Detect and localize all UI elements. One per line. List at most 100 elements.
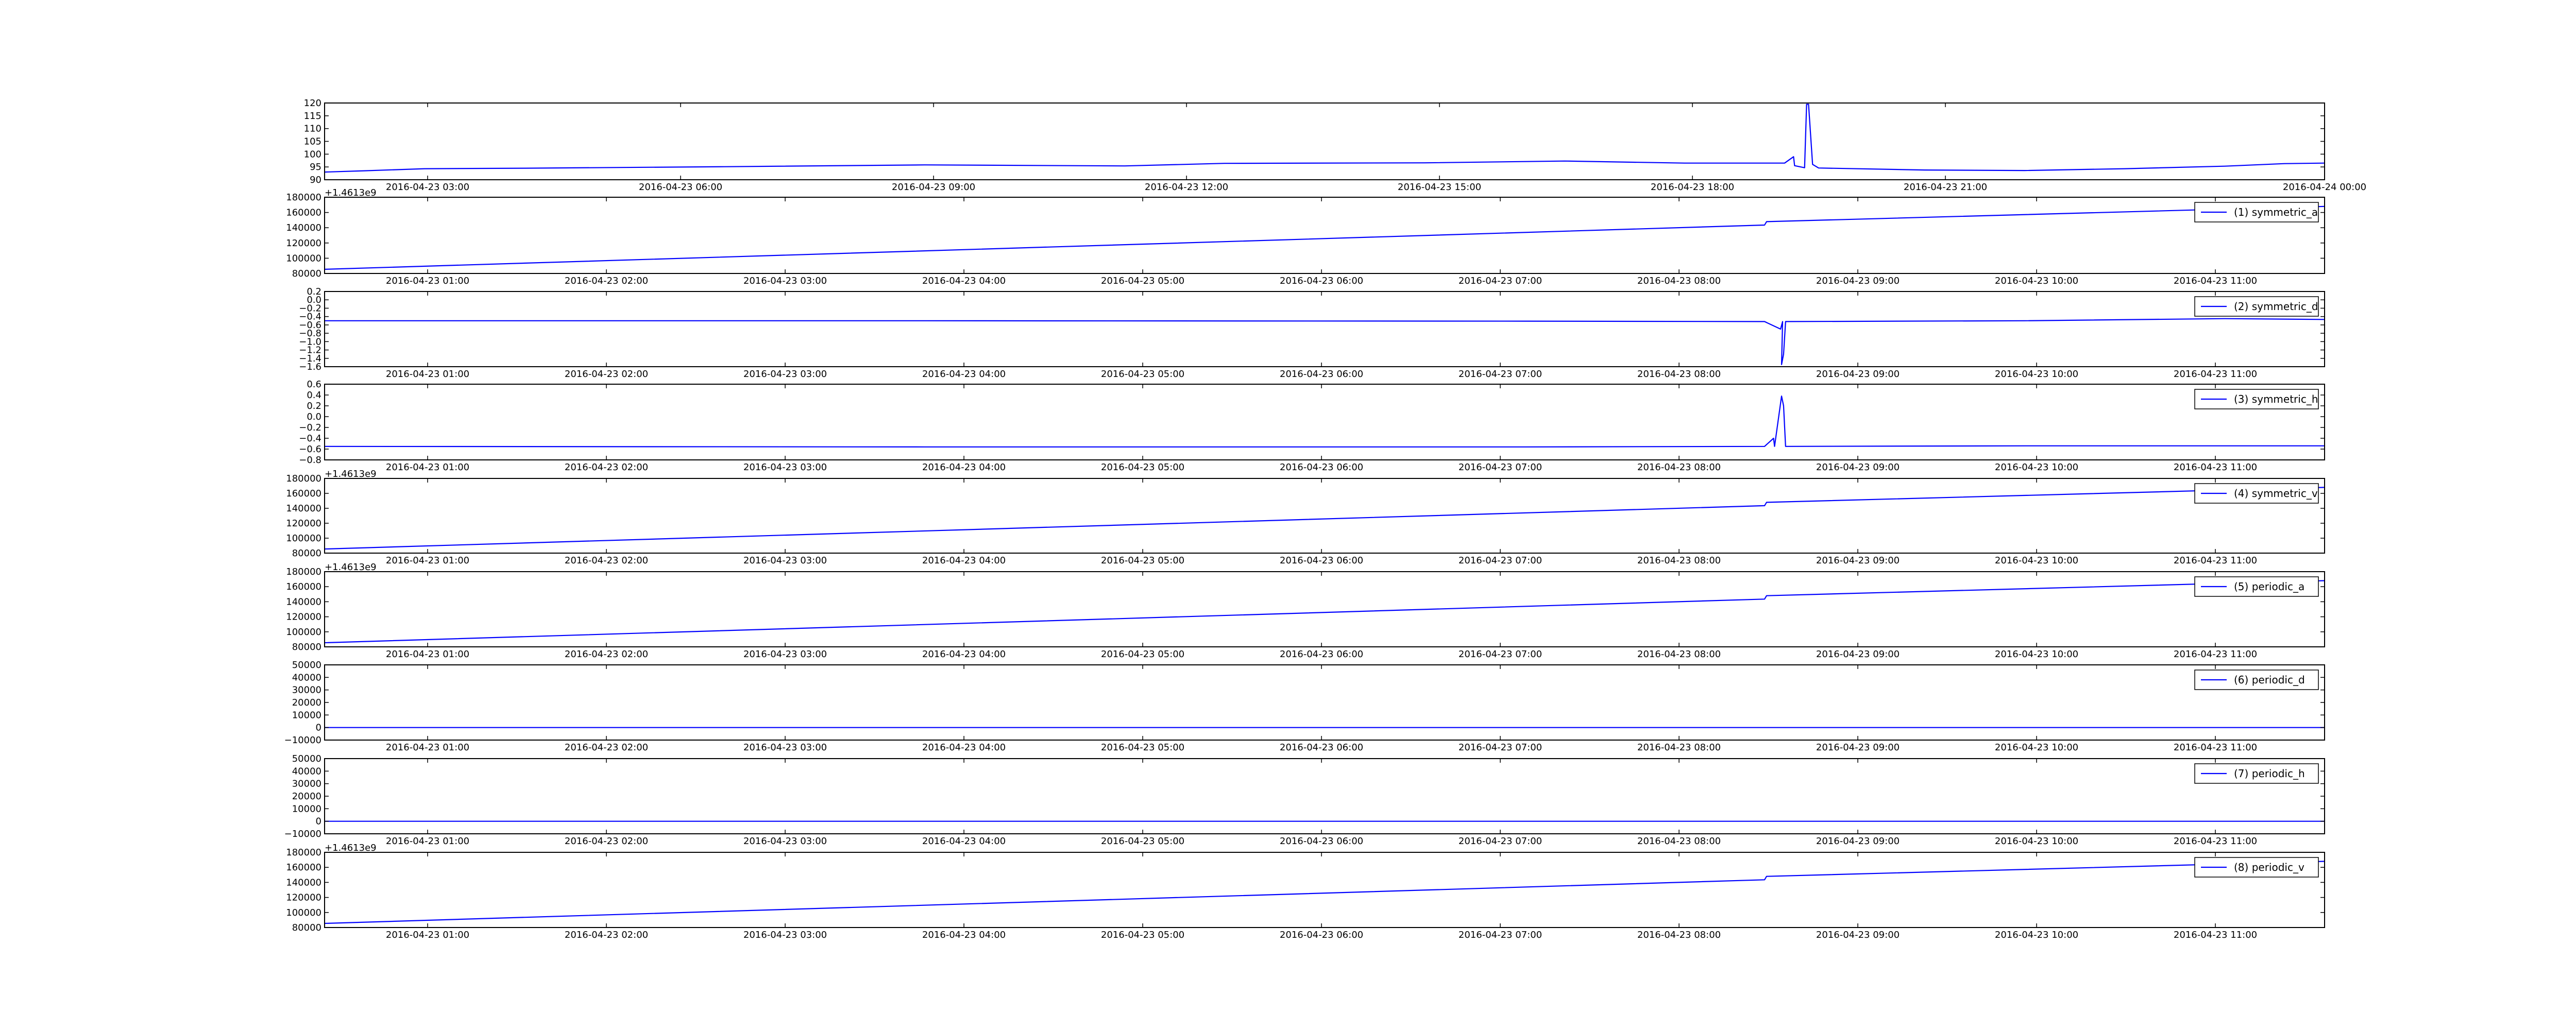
x-tick-label: 2016-04-23 07:00 <box>1459 276 1542 286</box>
y-tick-label: 180000 <box>286 473 321 484</box>
x-tick-label: 2016-04-23 03:00 <box>743 930 827 940</box>
legend-label: (7) periodic_h <box>2234 767 2305 780</box>
axes-frame <box>324 197 2325 274</box>
y-tick-label: 120000 <box>286 518 321 529</box>
legend-label: (4) symmetric_v <box>2234 487 2318 500</box>
x-tick-label: 2016-04-23 02:00 <box>565 649 648 660</box>
axes-frame <box>324 852 2325 928</box>
x-tick-label: 2016-04-23 04:00 <box>922 930 1006 940</box>
x-tick-label: 2016-04-23 03:00 <box>743 369 827 380</box>
axes-frame <box>324 384 2325 460</box>
x-tick-label: 2016-04-23 03:00 <box>743 836 827 847</box>
x-tick-label: 2016-04-23 08:00 <box>1637 930 1721 940</box>
x-tick-label: 2016-04-23 11:00 <box>2174 555 2257 566</box>
y-offset-text: +1.4613e9 <box>325 187 377 198</box>
x-tick-label: 2016-04-23 11:00 <box>2174 462 2257 473</box>
series-line <box>324 487 2325 550</box>
x-tick-label: 2016-04-23 08:00 <box>1637 649 1721 660</box>
y-tick-label: −0.6 <box>299 444 321 455</box>
y-tick-label: −10000 <box>284 735 321 746</box>
x-tick-label: 2016-04-23 03:00 <box>743 555 827 566</box>
x-tick-label: 2016-04-23 09:00 <box>1816 276 1900 286</box>
y-tick-label: 30000 <box>292 685 321 696</box>
legend-label: (6) periodic_d <box>2234 674 2305 686</box>
y-offset-text: +1.4613e9 <box>325 469 377 479</box>
y-tick-label: 50000 <box>292 660 321 671</box>
y-tick-label: 160000 <box>286 862 321 873</box>
y-tick-label: 95 <box>310 162 321 173</box>
y-tick-label: 110 <box>304 124 321 134</box>
y-tick-label: 80000 <box>292 548 321 559</box>
y-tick-label: −10000 <box>284 829 321 839</box>
x-tick-label: 2016-04-23 01:00 <box>386 742 469 753</box>
y-tick-label: 0.0 <box>307 411 321 422</box>
x-tick-label: 2016-04-23 07:00 <box>1459 930 1542 940</box>
legend-label: (3) symmetric_h <box>2234 393 2318 405</box>
y-tick-label: 10000 <box>292 803 321 814</box>
x-tick-label: 2016-04-23 01:00 <box>386 462 469 473</box>
y-tick-label: 90 <box>310 175 321 185</box>
y-tick-label: 180000 <box>286 192 321 203</box>
x-tick-label: 2016-04-23 09:00 <box>1816 462 1900 473</box>
panel-8: −10000 0 1000020000 30000 40000 50000 2016-04-… <box>284 753 2325 847</box>
x-tick-label: 2016-04-23 11:00 <box>2174 369 2257 380</box>
x-tick-label: 2016-04-23 10:00 <box>1995 555 2078 566</box>
y-tick-label: 100000 <box>286 627 321 638</box>
x-tick-label: 2016-04-23 05:00 <box>1101 930 1184 940</box>
x-tick-label: 2016-04-23 03:00 <box>743 276 827 286</box>
y-tick-label: 50000 <box>292 753 321 764</box>
x-tick-label: 2016-04-23 05:00 <box>1101 555 1184 566</box>
x-tick-label: 2016-04-23 05:00 <box>1101 276 1184 286</box>
series-line <box>324 395 2325 448</box>
x-tick-label: 2016-04-23 02:00 <box>565 836 648 847</box>
x-tick-label: 2016-04-23 07:00 <box>1459 836 1542 847</box>
x-tick-label: 2016-04-23 08:00 <box>1637 836 1721 847</box>
x-tick-label: 2016-04-23 10:00 <box>1995 836 2078 847</box>
y-tick-label: 140000 <box>286 596 321 607</box>
x-tick-label: 2016-04-23 21:00 <box>1904 182 1987 193</box>
y-tick-label: 20000 <box>292 791 321 802</box>
x-tick-label: 2016-04-23 04:00 <box>922 369 1006 380</box>
y-tick-label: −0.8 <box>299 455 321 466</box>
x-tick-label: 2016-04-23 02:00 <box>565 742 648 753</box>
y-tick-label: 40000 <box>292 766 321 777</box>
x-tick-label: 2016-04-23 01:00 <box>386 276 469 286</box>
y-tick-label: 115 <box>304 111 321 122</box>
y-tick-label: 100 <box>304 149 321 160</box>
y-tick-label: 0.4 <box>307 390 321 401</box>
x-tick-label: 2016-04-23 06:00 <box>1280 649 1363 660</box>
x-tick-label: 2016-04-23 15:00 <box>1398 182 1481 193</box>
y-tick-label: 160000 <box>286 208 321 218</box>
x-tick-label: 2016-04-23 03:00 <box>743 649 827 660</box>
x-tick-label: 2016-04-23 04:00 <box>922 276 1006 286</box>
series-line <box>325 318 2325 366</box>
axes-frame <box>324 664 2325 741</box>
axes-frame <box>324 571 2325 647</box>
y-tick-label: 140000 <box>286 503 321 514</box>
series-line <box>324 861 2325 924</box>
x-tick-label: 2016-04-23 08:00 <box>1637 742 1721 753</box>
panel-5: 80000 100000 120000 140000 160000 180000 2016-… <box>286 469 2325 566</box>
x-tick-label: 2016-04-23 02:00 <box>565 930 648 940</box>
axes-frame <box>324 291 2325 367</box>
series-line <box>324 580 2325 644</box>
y-tick-label: 100000 <box>286 907 321 918</box>
y-tick-label: 140000 <box>286 222 321 233</box>
y-tick-label: 0 <box>316 816 321 827</box>
x-tick-label: 2016-04-23 09:00 <box>892 182 975 193</box>
x-tick-label: 2016-04-23 07:00 <box>1459 369 1542 380</box>
series-line <box>324 104 2325 173</box>
x-tick-label: 2016-04-23 05:00 <box>1101 649 1184 660</box>
y-tick-label: 180000 <box>286 847 321 858</box>
y-tick-label: 120000 <box>286 238 321 249</box>
y-tick-label: 80000 <box>292 922 321 933</box>
x-tick-label: 2016-04-23 10:00 <box>1995 649 2078 660</box>
panel-6: 80000 100000 120000 140000 160000 180000 2016-… <box>286 562 2325 660</box>
x-tick-label: 2016-04-23 06:00 <box>1280 742 1363 753</box>
x-tick-label: 2016-04-23 11:00 <box>2174 836 2257 847</box>
y-tick-label: 30000 <box>292 779 321 789</box>
y-tick-label: 160000 <box>286 488 321 499</box>
x-tick-label: 2016-04-23 09:00 <box>1816 930 1900 940</box>
x-tick-label: 2016-04-23 10:00 <box>1995 930 2078 940</box>
y-tick-label: 80000 <box>292 268 321 279</box>
